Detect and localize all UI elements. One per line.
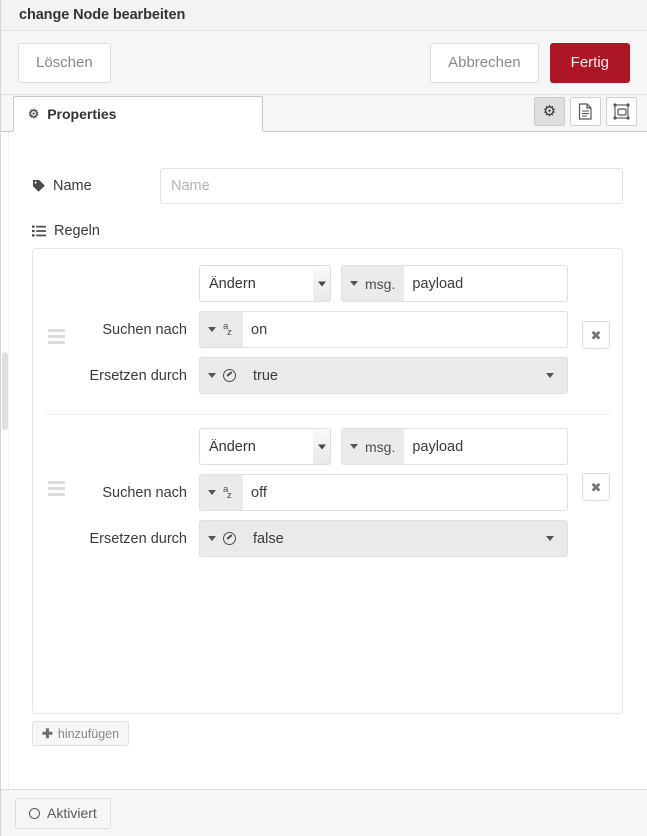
rule-replace-value[interactable]: true <box>245 358 540 393</box>
rule-replace-label: Ersetzen durch <box>89 530 187 547</box>
rule-search-line: Suchen nach az off <box>45 474 610 511</box>
edit-node-dialog: change Node bearbeiten Löschen Abbrechen… <box>0 0 647 836</box>
rule-replace-field[interactable]: true <box>199 357 568 394</box>
rule-action-select-wrap: Ändern <box>199 265 331 302</box>
drag-handle-icon[interactable] <box>48 481 65 496</box>
dialog-titlebar: change Node bearbeiten <box>1 0 647 31</box>
enabled-toggle-button[interactable]: Aktiviert <box>15 797 111 829</box>
rule-property-value[interactable]: payload <box>404 266 567 301</box>
tab-icon-buttons: ⚙ <box>534 97 637 126</box>
rule-search-line: Suchen nach az on <box>45 311 610 348</box>
description-view-button[interactable] <box>570 97 601 126</box>
rule-property-type-button[interactable]: msg. <box>342 429 405 464</box>
add-rule-button[interactable]: ✚ hinzufügen <box>32 721 130 746</box>
dialog-action-bar: Löschen Abbrechen Fertig <box>1 31 647 95</box>
msg-icon: msg. <box>365 275 396 292</box>
rule-search-value[interactable]: on <box>243 312 567 347</box>
gear-icon: ⚙ <box>542 103 557 120</box>
scrollbar-thumb[interactable] <box>2 352 8 430</box>
rule-search-field[interactable]: az off <box>199 474 568 511</box>
description-icon <box>578 103 592 120</box>
rule-replace-value-dropdown[interactable] <box>540 521 567 556</box>
rule-replace-type-button[interactable] <box>200 358 245 393</box>
circle-icon <box>29 807 40 819</box>
rule-action-line: Ändern msg. payload <box>45 428 610 465</box>
drag-handle-icon[interactable] <box>48 329 65 344</box>
rule-replace-type-button[interactable] <box>200 521 245 556</box>
rule-property-value[interactable]: payload <box>404 429 567 464</box>
rule-replace-line: Ersetzen durch false <box>45 520 610 557</box>
list-icon <box>32 225 46 237</box>
chevron-down-icon <box>208 490 216 495</box>
rule-action-select[interactable]: Ändern <box>199 265 331 302</box>
add-rule-label: hinzufügen <box>57 726 120 741</box>
rule-search-type-button[interactable]: az <box>200 312 243 347</box>
tab-bar: ⚙ Properties ⚙ <box>1 95 647 132</box>
rule-search-value[interactable]: off <box>243 475 567 510</box>
name-row: Name <box>32 168 623 204</box>
properties-view-button[interactable]: ⚙ <box>534 97 565 126</box>
rule-search-label: Suchen nach <box>102 321 187 338</box>
rule-search-field[interactable]: az on <box>199 311 568 348</box>
rules-container: ✖ Ändern msg. payload Suchen nach a z on… <box>32 248 623 714</box>
string-az-icon: az <box>223 484 232 501</box>
rule-property-field[interactable]: msg. payload <box>341 428 568 465</box>
cancel-button[interactable]: Abbrechen <box>430 42 539 83</box>
tag-icon <box>32 179 46 193</box>
chevron-down-icon <box>350 444 358 449</box>
rule-search-label: Suchen nach <box>102 484 187 501</box>
rule-property-field[interactable]: msg. payload <box>341 265 568 302</box>
gear-icon: ⚙ <box>28 106 40 121</box>
tab-properties[interactable]: ⚙ Properties <box>13 96 263 132</box>
rule-property-type-button[interactable]: msg. <box>342 266 405 301</box>
delete-rule-button[interactable]: ✖ <box>582 321 610 349</box>
string-az-icon: az <box>223 321 232 338</box>
rule-action-select[interactable]: Ändern <box>199 428 331 465</box>
name-label: Name <box>32 178 160 194</box>
appearance-icon <box>613 103 630 120</box>
dialog-title: change Node bearbeiten <box>19 7 186 23</box>
dialog-body: Name Regeln <box>1 132 647 789</box>
chevron-down-icon <box>546 373 554 378</box>
boolean-icon <box>223 532 236 545</box>
rules-label: Regeln <box>54 223 100 239</box>
chevron-down-icon <box>208 536 216 541</box>
name-input[interactable] <box>160 168 623 204</box>
chevron-down-icon <box>546 536 554 541</box>
rule-replace-label: Ersetzen durch <box>89 367 187 384</box>
enabled-toggle-label: Aktiviert <box>47 805 97 821</box>
plus-icon: ✚ <box>42 725 53 741</box>
delete-rule-button[interactable]: ✖ <box>582 473 610 501</box>
rule-replace-line: Ersetzen durch true <box>45 357 610 394</box>
rule-row: ✖ Ändern msg. p <box>45 414 610 577</box>
rule-search-type-button[interactable]: az <box>200 475 243 510</box>
rule-action-line: Ändern msg. payload <box>45 265 610 302</box>
rule-action-select-wrap: Ändern <box>199 428 331 465</box>
rule-row: ✖ Ändern msg. p <box>45 263 610 414</box>
msg-icon: msg. <box>365 438 396 455</box>
rule-replace-field[interactable]: false <box>199 520 568 557</box>
name-label-text: Name <box>53 178 92 194</box>
rule-replace-value[interactable]: false <box>245 521 540 556</box>
boolean-icon <box>223 369 236 382</box>
chevron-down-icon <box>350 281 358 286</box>
dialog-footer: Aktiviert <box>1 789 647 836</box>
chevron-down-icon <box>208 373 216 378</box>
tab-properties-label: Properties <box>47 106 117 122</box>
delete-button[interactable]: Löschen <box>18 42 111 83</box>
chevron-down-icon <box>208 327 216 332</box>
done-button[interactable]: Fertig <box>549 42 630 83</box>
appearance-view-button[interactable] <box>606 97 637 126</box>
scrollbar-track[interactable] <box>1 132 9 789</box>
rules-section-header: Regeln <box>32 223 623 239</box>
rule-replace-value-dropdown[interactable] <box>540 358 567 393</box>
